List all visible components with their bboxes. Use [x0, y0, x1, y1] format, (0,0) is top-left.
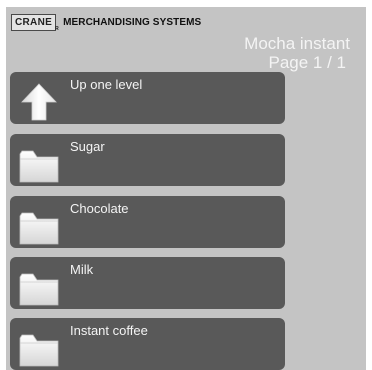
brand-header: CRANE R MERCHANDISING SYSTEMS	[11, 14, 202, 32]
instant-coffee-folder-button[interactable]: Instant coffee	[10, 318, 285, 370]
menu-item-label: Milk	[70, 262, 94, 277]
up-one-level-button[interactable]: Up one level	[10, 72, 285, 124]
logo-text: CRANE	[15, 17, 53, 28]
folder-icon	[19, 273, 59, 306]
brand-name: MERCHANDISING SYSTEMS	[63, 17, 202, 28]
registered-mark: R	[55, 26, 60, 32]
page-header: Mocha instant Page 1 / 1	[244, 34, 350, 72]
menu-item-label: Up one level	[70, 77, 143, 92]
folder-icon	[19, 334, 59, 367]
menu-item-label: Instant coffee	[70, 323, 148, 338]
menu-item-label: Sugar	[70, 139, 105, 154]
milk-folder-button[interactable]: Milk	[10, 257, 285, 309]
folder-icon	[19, 212, 59, 245]
sugar-folder-button[interactable]: Sugar	[10, 134, 285, 186]
folder-icon	[19, 150, 59, 183]
menu-item-label: Chocolate	[70, 201, 129, 216]
page-indicator: Page 1 / 1	[268, 53, 346, 72]
vending-screen: CRANE R MERCHANDISING SYSTEMS Mocha inst…	[6, 7, 366, 370]
page-title: Mocha instant	[244, 34, 350, 53]
arrow-up-icon	[21, 83, 57, 121]
chocolate-folder-button[interactable]: Chocolate	[10, 196, 285, 248]
crane-logo: CRANE R	[11, 14, 60, 32]
